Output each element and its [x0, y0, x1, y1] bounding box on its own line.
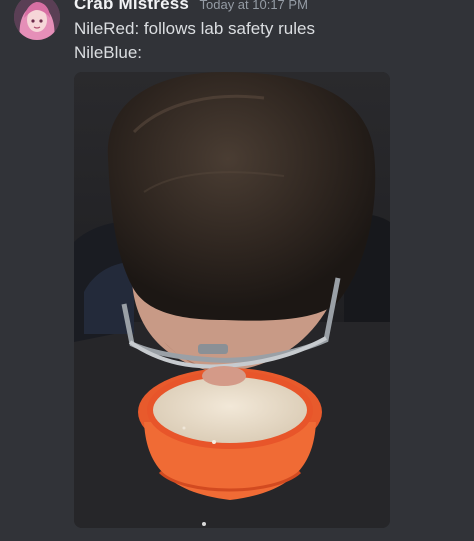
- user-avatar[interactable]: [14, 0, 60, 40]
- chat-message: Crab Mistress Today at 10:17 PM NileRed:…: [0, 0, 474, 541]
- message-text-line: NileBlue:: [74, 43, 143, 62]
- message-text-line: NileRed: follows lab safety rules: [74, 19, 315, 38]
- image-attachment[interactable]: [74, 72, 390, 528]
- username[interactable]: Crab Mistress: [74, 0, 189, 13]
- message-header: Crab Mistress Today at 10:17 PM: [74, 0, 308, 16]
- message-timestamp[interactable]: Today at 10:17 PM: [200, 0, 308, 12]
